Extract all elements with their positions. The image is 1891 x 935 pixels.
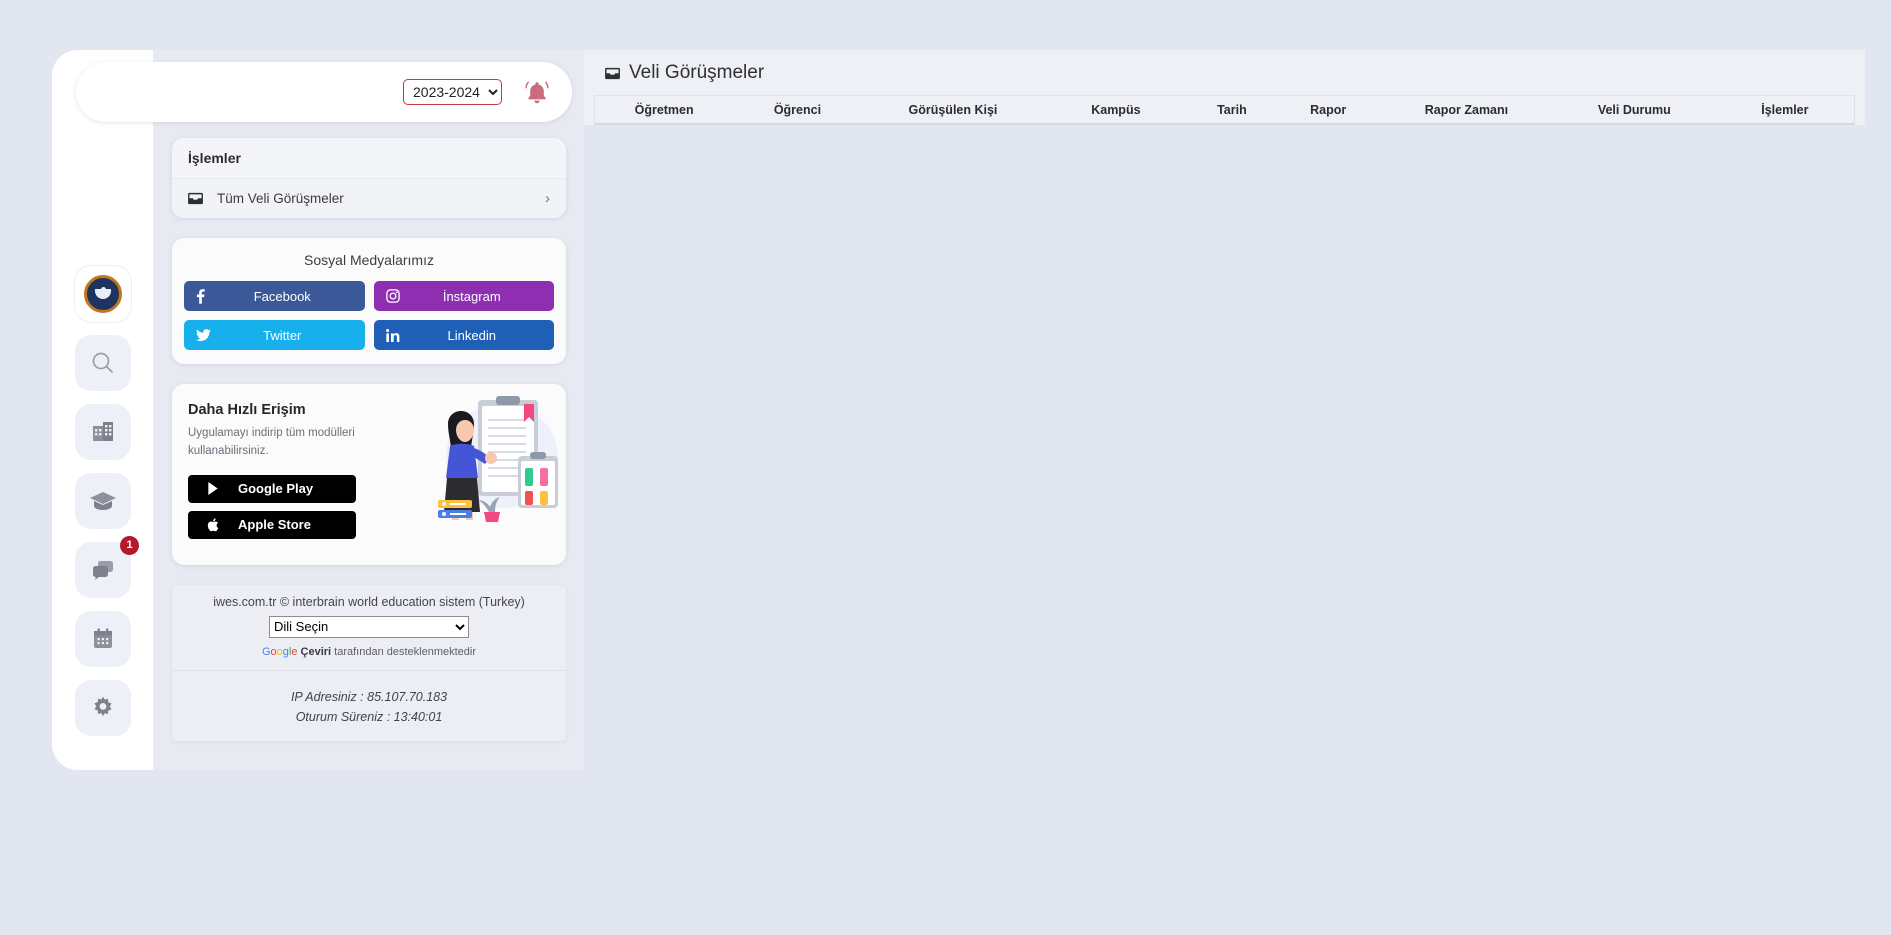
bell-icon — [525, 81, 549, 103]
facebook-icon — [196, 288, 222, 304]
page-title-text: Veli Görüşmeler — [629, 62, 765, 83]
building-icon — [93, 422, 113, 441]
store-button-label: Apple Store — [238, 517, 311, 533]
chevron-right-icon: › — [545, 190, 550, 207]
graduation-cap-icon — [90, 492, 116, 510]
page-title: Veli Görüşmeler — [584, 50, 1865, 84]
social-media-card: Sosyal Medyalarımız Facebook İnstagram T… — [172, 238, 566, 364]
store-button-label: Google Play — [238, 481, 314, 497]
ceviri-text: Çeviri — [300, 645, 332, 658]
sidebar-item-calendar[interactable] — [75, 611, 131, 667]
column-header-ogretmen[interactable]: Öğretmen — [595, 103, 733, 117]
google-play-button[interactable]: Google Play — [188, 474, 356, 503]
language-select[interactable]: Dili Seçin — [269, 615, 469, 638]
top-header-bar: 2023-2024 — [76, 62, 572, 122]
column-header-rapor-zamani[interactable]: Rapor Zamanı — [1380, 103, 1553, 117]
translate-rest-text: tarafından desteklenmektedir — [331, 645, 477, 658]
operations-card: İşlemler Tüm Veli Görüşmeler › — [172, 138, 566, 218]
sidebar-item-messages[interactable]: 1 — [75, 536, 139, 598]
google-translate-attribution: Google Çeviri tarafından desteklenmekted… — [182, 646, 556, 658]
sidebar-item-search[interactable] — [75, 335, 131, 391]
facebook-button[interactable]: Facebook — [184, 281, 365, 311]
inbox-icon — [605, 67, 620, 79]
search-icon — [92, 352, 113, 373]
academic-year-select[interactable]: 2023-2024 — [403, 79, 502, 105]
gear-icon — [94, 696, 112, 717]
apple-icon — [188, 517, 238, 532]
veli-gorusmeler-table-header: Öğretmen Öğrenci Görüşülen Kişi Kampüs T… — [594, 95, 1855, 125]
sidebar-item-education[interactable] — [75, 473, 131, 529]
promo-subtitle: Uygulamayı indirip tüm modülleri kullana… — [188, 427, 355, 457]
main-content-panel: Veli Görüşmeler Öğretmen Öğrenci Görüşül… — [584, 50, 1865, 125]
column-header-ogrenci[interactable]: Öğrenci — [733, 103, 861, 117]
sidebar-item-settings[interactable] — [75, 680, 131, 736]
chat-icon — [93, 561, 113, 580]
sidebar-item-label: Tüm Veli Görüşmeler — [217, 191, 344, 206]
footer-bottom: IP Adresiniz : 85.107.70.183 Oturum Süre… — [172, 671, 566, 741]
messages-badge: 1 — [120, 536, 139, 555]
column-header-gorusulen-kisi[interactable]: Görüşülen Kişi — [862, 103, 1045, 117]
sidebar-item-tum-veli-gorusmeler[interactable]: Tüm Veli Görüşmeler › — [172, 179, 566, 218]
google-letter-e: e — [291, 645, 298, 658]
column-header-islemler[interactable]: İşlemler — [1716, 103, 1854, 117]
column-header-rapor[interactable]: Rapor — [1276, 103, 1380, 117]
instagram-icon — [385, 289, 412, 303]
linkedin-button[interactable]: Linkedin — [373, 320, 554, 350]
column-header-tarih[interactable]: Tarih — [1187, 103, 1276, 117]
social-media-title: Sosyal Medyalarımız — [304, 252, 434, 268]
social-button-label: Twitter — [263, 327, 302, 343]
school-emblem-icon — [84, 275, 122, 313]
calendar-icon — [94, 628, 112, 648]
ip-address-text: IP Adresiniz : 85.107.70.183 — [290, 689, 448, 704]
social-buttons-grid: Facebook İnstagram Twitter Linkedin — [184, 281, 554, 350]
social-button-label: İnstagram — [442, 288, 501, 304]
social-button-label: Facebook — [253, 288, 311, 304]
inbox-icon — [188, 192, 203, 205]
sidebar-content-column: İşlemler Tüm Veli Görüşmeler › Sosyal Me… — [154, 50, 584, 770]
app-promo-card: Daha Hızlı Erişim Uygulamayı indirip tüm… — [172, 384, 566, 565]
copyright-text: iwes.com.tr © interbrain world education… — [213, 594, 525, 609]
apple-store-button[interactable]: Apple Store — [188, 510, 356, 539]
footer-top: iwes.com.tr © interbrain world education… — [172, 585, 566, 671]
social-button-label: Linkedin — [447, 327, 496, 343]
sidebar-item-campus[interactable] — [75, 404, 131, 460]
twitter-button[interactable]: Twitter — [184, 320, 365, 350]
session-duration-text: Oturum Süreniz : 13:40:01 — [295, 709, 443, 724]
google-play-icon — [188, 482, 238, 496]
google-letter-g: G — [261, 645, 271, 658]
sidebar-item-school-logo[interactable] — [75, 266, 131, 322]
icon-rail: 1 — [52, 50, 154, 770]
operations-card-title: İşlemler — [172, 138, 566, 179]
twitter-icon — [196, 328, 222, 342]
linkedin-icon — [385, 328, 412, 342]
notifications-button[interactable] — [520, 75, 554, 109]
column-header-veli-durumu[interactable]: Veli Durumu — [1553, 103, 1716, 117]
instagram-button[interactable]: İnstagram — [373, 281, 554, 311]
rail-items: 1 — [52, 266, 154, 736]
column-header-kampus[interactable]: Kampüs — [1044, 103, 1187, 117]
promo-illustration — [420, 394, 560, 524]
footer-card: iwes.com.tr © interbrain world education… — [172, 584, 566, 741]
